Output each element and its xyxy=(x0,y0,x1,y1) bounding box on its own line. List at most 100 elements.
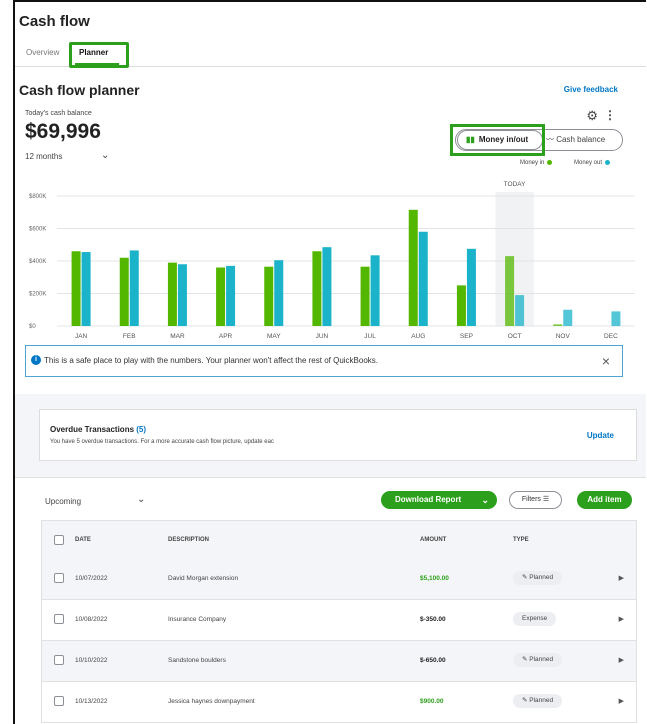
expand-arrow-icon[interactable]: ▶ xyxy=(619,574,624,582)
expand-arrow-icon[interactable]: ▶ xyxy=(619,615,624,623)
add-item-button[interactable]: Add item xyxy=(577,491,632,509)
expand-arrow-icon[interactable]: ▶ xyxy=(619,697,624,705)
y-tick-label: $0 xyxy=(29,324,36,330)
page-title: Cash flow xyxy=(19,13,90,30)
top-border xyxy=(15,0,646,2)
x-tick-label: OCT xyxy=(508,333,522,340)
money-out-bar xyxy=(563,309,573,326)
row-date: 10/10/2022 xyxy=(75,657,108,664)
money-out-bar xyxy=(418,231,428,326)
row-amount: $-650.00 xyxy=(420,657,446,664)
money-out-bar xyxy=(466,248,476,326)
today-highlight xyxy=(495,192,534,326)
select-all-checkbox[interactable] xyxy=(54,535,64,545)
active-tab-underline xyxy=(75,63,119,65)
header-description[interactable]: DESCRIPTION xyxy=(168,537,209,543)
table-row[interactable]: 10/07/2022 David Morgan extension $5,100… xyxy=(41,559,637,600)
row-date: 10/08/2022 xyxy=(75,616,108,623)
row-checkbox[interactable] xyxy=(54,655,64,665)
more-options-icon[interactable]: ⋮ xyxy=(604,108,616,122)
expand-arrow-icon[interactable]: ▶ xyxy=(619,656,624,664)
legend-money-out-dot xyxy=(605,160,611,165)
type-label: Planned xyxy=(529,574,554,581)
gear-icon[interactable]: ⚙ xyxy=(586,108,598,124)
chevron-down-icon[interactable]: ⌄ xyxy=(137,494,145,505)
row-date: 10/07/2022 xyxy=(75,575,108,582)
legend-money-in: Money in xyxy=(520,160,553,167)
overdue-subtitle: You have 5 overdue transactions. For a m… xyxy=(50,439,274,445)
row-amount: $900.00 xyxy=(420,698,444,705)
cash-balance-button[interactable]: 〰 Cash balance xyxy=(546,130,605,150)
row-amount: $5,100.00 xyxy=(420,575,449,582)
tab-overview[interactable]: Overview xyxy=(26,48,59,57)
row-description: Insurance Company xyxy=(168,616,227,623)
chevron-down-icon[interactable]: ⌄ xyxy=(101,150,109,161)
money-out-bar xyxy=(370,255,380,326)
legend-money-in-label: Money in xyxy=(520,160,545,167)
upcoming-select[interactable]: Upcoming xyxy=(45,497,81,506)
money-out-bar xyxy=(274,260,284,326)
money-out-bar xyxy=(177,264,187,326)
money-in-bar xyxy=(119,257,129,326)
money-in-bar xyxy=(505,256,515,326)
x-tick-label: AUG xyxy=(411,333,425,340)
money-out-bar xyxy=(611,311,621,326)
money-out-bar xyxy=(226,265,236,326)
sliders-icon: ☰ xyxy=(542,496,550,503)
money-in-bar xyxy=(264,266,274,326)
update-link[interactable]: Update xyxy=(587,431,614,440)
period-select[interactable]: 12 months xyxy=(25,152,62,161)
table-row[interactable]: 10/13/2022 Jessica haynes downpayment $9… xyxy=(41,682,637,723)
type-label: Expense xyxy=(522,615,548,622)
row-checkbox[interactable] xyxy=(54,614,64,624)
table-row[interactable]: 10/10/2022 Sandstone boulders $-650.00 ✎… xyxy=(41,641,637,682)
table-body: 10/07/2022 David Morgan extension $5,100… xyxy=(41,559,637,723)
row-description: Jessica haynes downpayment xyxy=(168,698,255,705)
balance-label: Today's cash balance xyxy=(25,110,92,117)
download-report-button[interactable]: Download Report ⌄ xyxy=(381,491,497,509)
money-out-bar xyxy=(322,247,332,326)
header-date[interactable]: DATE xyxy=(75,537,91,543)
close-icon[interactable]: × xyxy=(602,346,610,376)
table-row[interactable]: 10/08/2022 Insurance Company $-350.00 Ex… xyxy=(41,600,637,641)
x-tick-label: NOV xyxy=(556,333,571,340)
money-in-bar xyxy=(360,266,370,326)
x-tick-label: MAR xyxy=(170,333,185,340)
x-tick-label: DEC xyxy=(604,333,618,340)
money-out-bar xyxy=(129,250,139,326)
money-in-out-chart: $0 $200K $400K $600K $800K TODAY JAN FEB MAR APR M… xyxy=(29,181,635,340)
y-tick-label: $400K xyxy=(29,259,46,265)
cash-balance-value: $69,996 xyxy=(25,120,101,143)
upcoming-card: Upcoming ⌄ Download Report ⌄ Filters ☰ A… xyxy=(15,477,646,724)
money-in-bar xyxy=(71,251,81,326)
y-tick-label: $800K xyxy=(29,194,46,200)
tab-planner[interactable]: Planner xyxy=(79,48,108,57)
header-type[interactable]: TYPE xyxy=(513,537,529,543)
line-chart-icon: 〰 xyxy=(546,135,557,144)
planner-title: Cash flow planner xyxy=(19,82,140,98)
filters-button[interactable]: Filters ☰ xyxy=(509,491,562,509)
money-in-bar xyxy=(456,285,466,326)
legend-money-out-label: Money out xyxy=(574,160,603,167)
header-amount[interactable]: AMOUNT xyxy=(420,537,446,543)
row-description: Sandstone boulders xyxy=(168,657,226,664)
row-checkbox[interactable] xyxy=(54,696,64,706)
x-tick-label: MAY xyxy=(267,333,281,340)
today-label: TODAY xyxy=(504,181,526,188)
chevron-down-icon[interactable]: ⌄ xyxy=(481,491,489,509)
legend-money-in-dot xyxy=(547,160,553,165)
type-label: Planned xyxy=(529,656,554,663)
row-checkbox[interactable] xyxy=(54,573,64,583)
overdue-title-text: Overdue Transactions xyxy=(50,425,135,434)
type-badge: ✎ Planned xyxy=(513,694,563,708)
money-in-bar xyxy=(312,251,322,326)
money-in-bar xyxy=(167,262,177,326)
money-out-bar xyxy=(81,252,91,326)
money-in-bar xyxy=(553,324,563,326)
money-in-bar xyxy=(408,209,418,326)
x-tick-label: JUL xyxy=(364,333,376,340)
give-feedback-link[interactable]: Give feedback xyxy=(564,85,618,94)
info-text: This is a safe place to play with the nu… xyxy=(44,356,379,365)
row-amount: $-350.00 xyxy=(420,616,446,623)
tab-bar: Overview Planner xyxy=(15,42,646,68)
